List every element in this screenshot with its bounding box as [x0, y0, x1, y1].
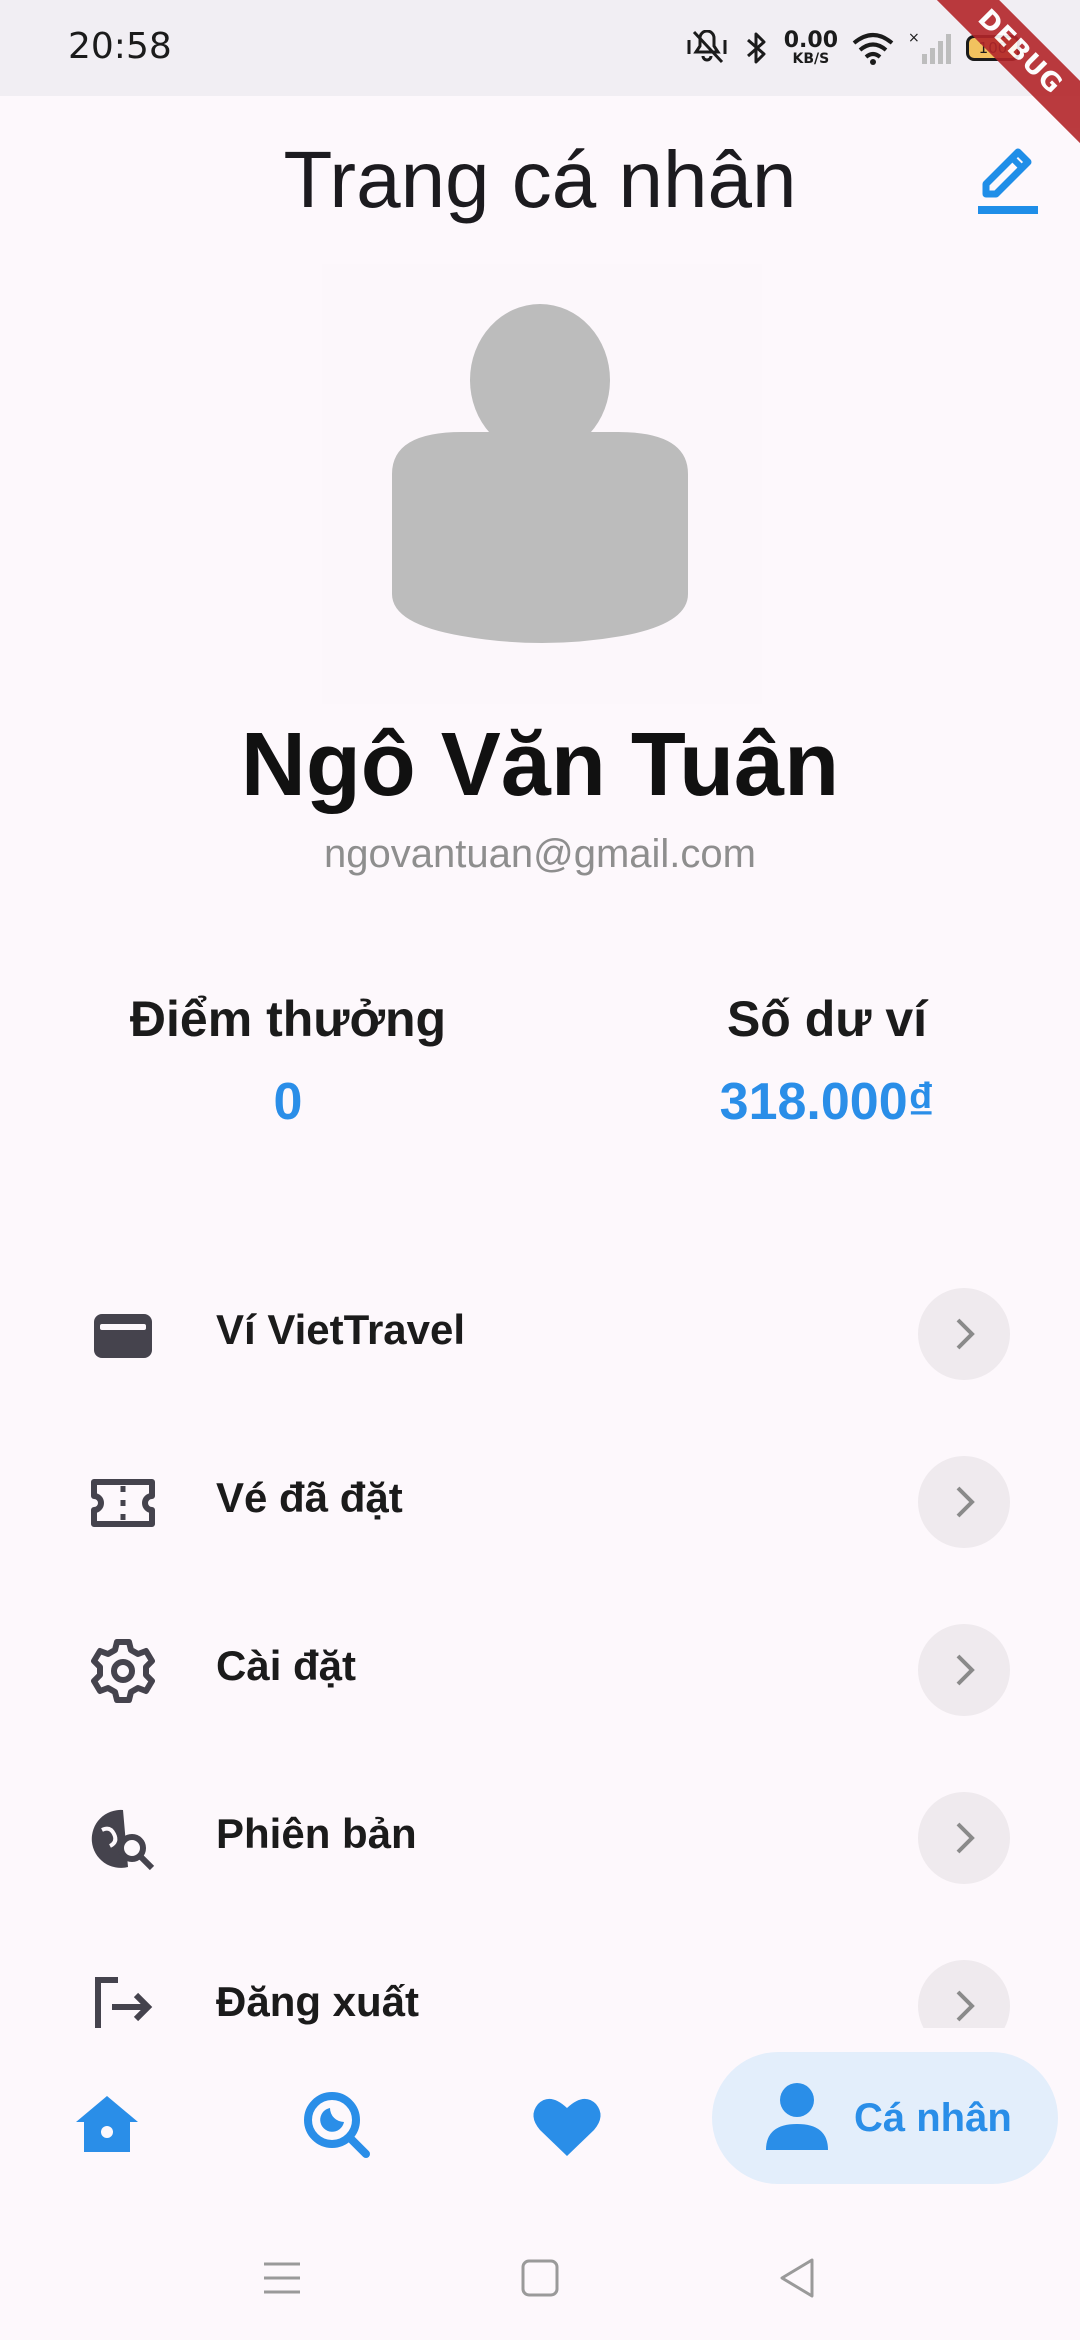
settings-icon	[91, 1639, 155, 1703]
system-navigation-bar	[0, 2210, 1080, 2340]
no-signal-icon: ×	[908, 30, 951, 64]
chevron-right-icon	[956, 1990, 975, 2022]
nav-favorites[interactable]	[522, 2080, 612, 2170]
wallet-balance: Số dư ví 318.000₫	[617, 990, 1037, 1132]
mute-vibrate-icon	[687, 30, 727, 64]
ticket-icon	[91, 1479, 155, 1527]
chevron-right-icon	[956, 1318, 975, 1350]
reward-points-label: Điểm thưởng	[129, 991, 447, 1047]
status-icons: 0.00 KB/S × 100	[684, 28, 1020, 68]
net-speed: 0.00 KB/S	[783, 28, 838, 67]
chevron-right-button[interactable]	[918, 1288, 1010, 1380]
wallet-icon	[94, 1314, 152, 1358]
menu-item-label: Phiên bản	[216, 1810, 417, 1857]
net-speed-unit: KB/S	[792, 51, 830, 67]
menu-item-label: Ví VietTravel	[216, 1306, 466, 1353]
net-speed-value: 0.00	[783, 28, 838, 53]
edit-icon	[978, 148, 1038, 214]
menu-item-version[interactable]: Phiên bản	[0, 1774, 1080, 1894]
bottom-navigation: Cá nhân	[0, 2030, 1080, 2210]
status-time: 20:58	[68, 26, 172, 67]
wallet-balance-label: Số dư ví	[726, 991, 928, 1047]
wallet-balance-value: 318.000₫	[719, 1073, 935, 1131]
person-icon	[766, 2083, 828, 2150]
wifi-icon	[852, 33, 894, 65]
nav-home[interactable]	[62, 2080, 152, 2170]
svg-text:×: ×	[908, 30, 920, 46]
status-bar: 20:58 0.00 KB/S × 100	[0, 0, 1080, 160]
avatar[interactable]	[322, 264, 762, 704]
logout-icon	[95, 1977, 153, 2028]
nav-profile-label: Cá nhân	[854, 2095, 1012, 2140]
profile-name: Ngô Văn Tuân	[240, 715, 840, 815]
chevron-right-button[interactable]	[918, 1456, 1010, 1548]
back-triangle-icon	[780, 2258, 814, 2298]
person-placeholder-icon	[392, 304, 688, 643]
menu-item-wallet[interactable]: Ví VietTravel	[0, 1270, 1080, 1390]
search-icon	[304, 2092, 370, 2158]
heart-icon	[533, 2098, 601, 2156]
nav-search[interactable]	[292, 2080, 382, 2170]
home-icon	[76, 2096, 138, 2152]
chevron-right-button[interactable]	[918, 1792, 1010, 1884]
menu-icon	[264, 2262, 300, 2294]
recent-apps-button[interactable]	[252, 2248, 312, 2308]
menu-item-label: Đăng xuất	[216, 1978, 420, 2025]
menu-item-label: Vé đã đặt	[216, 1474, 403, 1521]
reward-points: Điểm thưởng 0	[78, 990, 498, 1132]
chevron-right-button[interactable]	[918, 1624, 1010, 1716]
menu-item-label: Cài đặt	[216, 1642, 357, 1689]
chevron-right-button[interactable]	[918, 1960, 1010, 2028]
chevron-right-icon	[956, 1486, 975, 1518]
chevron-right-icon	[956, 1654, 975, 1686]
back-button[interactable]	[768, 2248, 828, 2308]
menu-item-settings[interactable]: Cài đặt	[0, 1606, 1080, 1726]
nav-profile[interactable]: Cá nhân	[712, 2052, 1058, 2184]
square-icon	[521, 2259, 559, 2297]
menu-item-logout[interactable]: Đăng xuất	[0, 1942, 1080, 2028]
bluetooth-icon	[746, 32, 766, 64]
page-title: Trang cá nhân	[283, 135, 797, 224]
reward-points-value: 0	[273, 1073, 303, 1131]
menu-list: Ví VietTravel Vé đã đặt Cài đặt Phiên bả…	[0, 1240, 1080, 2028]
home-button[interactable]	[510, 2248, 570, 2308]
edit-profile-button[interactable]	[972, 140, 1044, 220]
travel-explore-icon	[91, 1809, 155, 1871]
menu-item-booked-tickets[interactable]: Vé đã đặt	[0, 1438, 1080, 1558]
profile-email: ngovantuan@gmail.com	[324, 832, 756, 876]
chevron-right-icon	[956, 1822, 975, 1854]
